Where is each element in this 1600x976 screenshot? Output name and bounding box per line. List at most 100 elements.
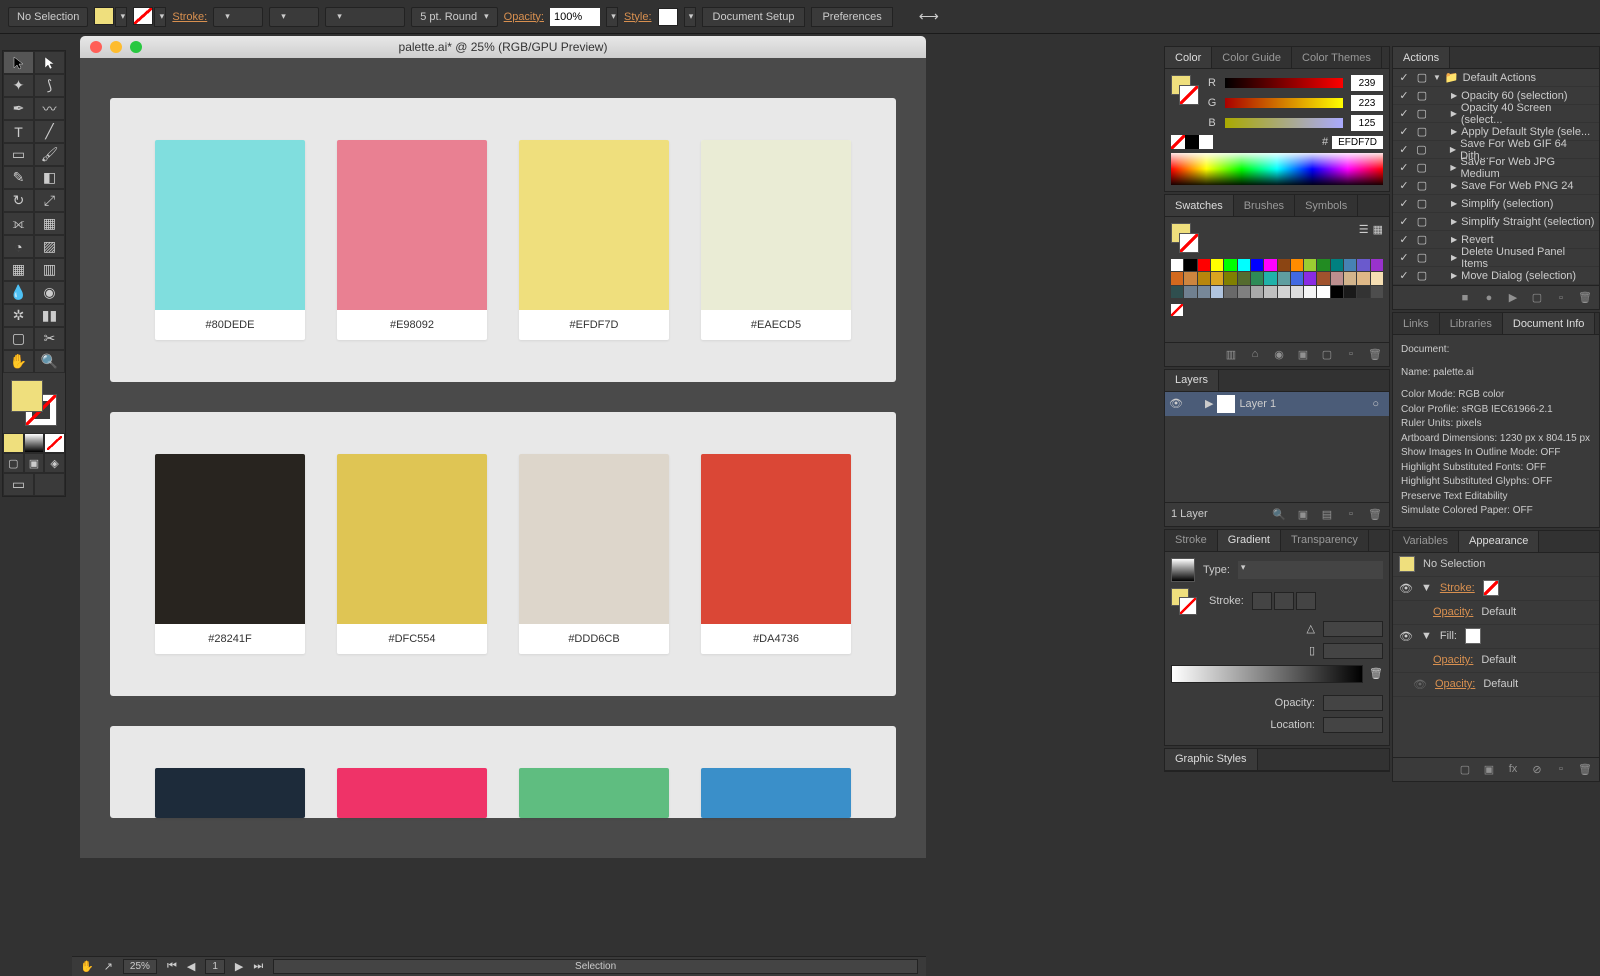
swatch[interactable] — [1184, 272, 1196, 284]
zoom-tool[interactable]: 🔍 — [34, 350, 65, 373]
fill-indicator[interactable] — [11, 380, 43, 412]
dialog-icon[interactable]: ▢ — [1415, 179, 1429, 192]
gradient-tool[interactable]: ▥ — [34, 258, 65, 281]
gradient-slider[interactable] — [1171, 665, 1363, 683]
swatch[interactable] — [1238, 272, 1250, 284]
swatch[interactable] — [1184, 286, 1196, 298]
swatch[interactable] — [1264, 272, 1276, 284]
close-window[interactable] — [90, 41, 102, 53]
aspect-input[interactable] — [1323, 643, 1383, 659]
visibility-icon[interactable]: 👁 — [1413, 678, 1427, 691]
library-icon[interactable]: ▥ — [1223, 346, 1239, 362]
swatch[interactable] — [1357, 286, 1369, 298]
direct-selection-tool[interactable] — [34, 51, 65, 74]
swatch[interactable] — [1278, 272, 1290, 284]
appearance-opacity-row[interactable]: 👁 Opacity: Default — [1393, 673, 1599, 697]
current-swatch[interactable] — [1171, 223, 1199, 253]
dialog-icon[interactable]: ▢ — [1415, 143, 1429, 156]
stroke-mode-3[interactable] — [1296, 592, 1316, 610]
delete-action-icon[interactable]: 🗑 — [1577, 290, 1593, 306]
swatch[interactable] — [1371, 286, 1383, 298]
swatch[interactable] — [1304, 259, 1316, 271]
column-graph-tool[interactable]: ▮▮ — [34, 304, 65, 327]
toggle-icon[interactable]: ✓ — [1397, 179, 1411, 192]
dialog-icon[interactable]: ▢ — [1415, 161, 1429, 174]
effect-icon[interactable]: fx — [1505, 761, 1521, 777]
rotate-tool[interactable]: ↻ — [3, 189, 34, 212]
color-card[interactable] — [337, 768, 487, 818]
toggle-icon[interactable]: ✓ — [1397, 233, 1411, 246]
opacity-input[interactable]: 100% — [550, 8, 600, 26]
none-color[interactable] — [1171, 135, 1185, 149]
swatch[interactable] — [1238, 259, 1250, 271]
swatch[interactable] — [1224, 259, 1236, 271]
swatch[interactable] — [1304, 286, 1316, 298]
swatch[interactable] — [1278, 286, 1290, 298]
g-value[interactable]: 223 — [1351, 95, 1383, 111]
swatch[interactable] — [1171, 259, 1183, 271]
toggle-icon[interactable]: ✓ — [1397, 215, 1411, 228]
visibility-icon[interactable]: 👁 — [1399, 630, 1413, 643]
pen-tool[interactable]: ✒ — [3, 97, 34, 120]
shape-builder-tool[interactable]: ◔ — [3, 235, 34, 258]
color-card[interactable]: #DA4736 — [701, 454, 851, 654]
dialog-icon[interactable]: ▢ — [1415, 197, 1429, 210]
record-icon[interactable]: ● — [1481, 290, 1497, 306]
none-mode[interactable] — [44, 433, 65, 453]
appearance-tab[interactable]: Appearance — [1459, 531, 1539, 552]
swatch[interactable] — [1211, 286, 1223, 298]
swatch[interactable] — [1344, 286, 1356, 298]
swatch[interactable] — [1251, 272, 1263, 284]
pencil-tool[interactable]: ✎ — [3, 166, 34, 189]
white-color[interactable] — [1199, 135, 1213, 149]
draw-normal[interactable]: ▢ — [3, 453, 24, 473]
appearance-opacity-row[interactable]: Opacity: Default — [1393, 601, 1599, 625]
swatch[interactable] — [1224, 286, 1236, 298]
color-tab[interactable]: Color — [1165, 47, 1212, 68]
toggle-icon[interactable]: ✓ — [1397, 125, 1411, 138]
color-card[interactable]: #28241F — [155, 454, 305, 654]
r-slider[interactable] — [1225, 78, 1343, 88]
graphic-styles-tab[interactable]: Graphic Styles — [1165, 749, 1258, 770]
stroke-variable-dropdown[interactable] — [269, 7, 319, 27]
profile-dropdown[interactable] — [325, 7, 405, 27]
color-themes-tab[interactable]: Color Themes — [1292, 47, 1382, 68]
scale-tool[interactable]: ⤢ — [34, 189, 65, 212]
toggle-icon[interactable]: ✓ — [1397, 107, 1411, 120]
fill-swatch[interactable] — [94, 7, 114, 25]
hand-tool[interactable]: ✋ — [3, 350, 34, 373]
line-tool[interactable]: ╱ — [34, 120, 65, 143]
prev-icon[interactable]: ◀ — [187, 960, 195, 973]
next-icon[interactable]: ▶ — [235, 960, 243, 973]
swatch[interactable] — [1211, 272, 1223, 284]
swatch[interactable] — [1251, 259, 1263, 271]
swatch[interactable] — [1291, 259, 1303, 271]
style-swatch[interactable] — [658, 8, 678, 26]
color-card[interactable]: #DFC554 — [337, 454, 487, 654]
variables-tab[interactable]: Variables — [1393, 531, 1459, 552]
new-action-icon[interactable]: ▫ — [1553, 290, 1569, 306]
stroke-mode-1[interactable] — [1252, 592, 1272, 610]
play-icon[interactable]: ▶ — [1505, 290, 1521, 306]
style-dropdown[interactable] — [684, 7, 696, 27]
swatch[interactable] — [1251, 286, 1263, 298]
swatch[interactable] — [1224, 272, 1236, 284]
make-clip-icon[interactable]: ▣ — [1295, 506, 1311, 522]
swatch[interactable] — [1344, 272, 1356, 284]
gradient-type-dropdown[interactable] — [1238, 561, 1383, 579]
appearance-stroke-row[interactable]: 👁 ▼ Stroke: — [1393, 577, 1599, 601]
expand-icon[interactable]: ▶ — [1201, 397, 1217, 410]
swatch[interactable] — [1291, 272, 1303, 284]
delete-stop-icon[interactable]: 🗑 — [1369, 667, 1383, 680]
dialog-icon[interactable]: ▢ — [1415, 269, 1429, 282]
b-value[interactable]: 125 — [1351, 115, 1383, 131]
expand-icon[interactable]: ▶ — [1451, 181, 1457, 190]
none-swatch[interactable] — [1171, 304, 1183, 316]
toggle-icon[interactable]: ✓ — [1397, 251, 1411, 264]
expand-icon[interactable]: ▶ — [1451, 217, 1457, 226]
locate-icon[interactable]: 🔍 — [1271, 506, 1287, 522]
swatch[interactable] — [1317, 272, 1329, 284]
draw-inside[interactable]: ◈ — [44, 453, 65, 473]
artboard-tool[interactable]: ▢ — [3, 327, 34, 350]
gradient-tab[interactable]: Gradient — [1218, 530, 1281, 551]
